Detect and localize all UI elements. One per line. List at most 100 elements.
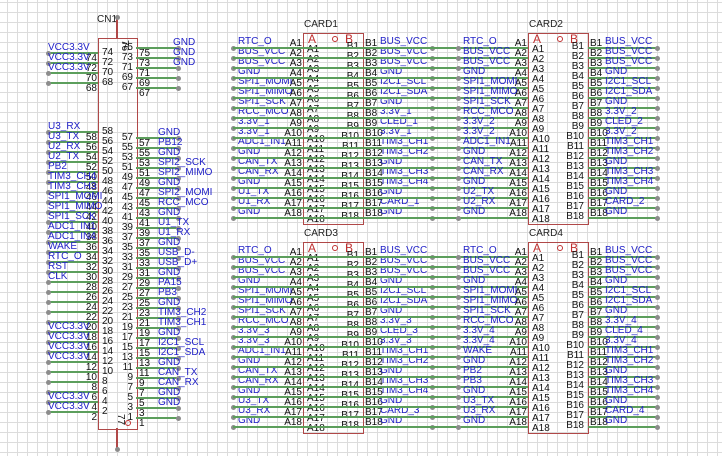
pin-end-dot[interactable] — [654, 344, 660, 350]
pin-number-outer: A18 — [509, 208, 527, 219]
pin-end-dot[interactable] — [654, 394, 660, 400]
pin-number-inner: B18 — [566, 420, 584, 431]
pin-end-dot[interactable] — [654, 65, 660, 71]
pin-end-dot[interactable] — [45, 289, 51, 295]
pin-end-dot[interactable] — [654, 254, 660, 260]
pin-end-dot[interactable] — [455, 175, 461, 181]
pin-end-dot[interactable] — [455, 344, 461, 350]
pin-end-dot[interactable] — [455, 294, 461, 300]
pin-end-dot[interactable] — [455, 304, 461, 310]
pin-end-dot[interactable] — [455, 185, 461, 191]
pin-end-dot[interactable] — [45, 80, 51, 86]
pin-end-dot[interactable] — [654, 45, 660, 51]
pin-end-dot[interactable] — [455, 155, 461, 161]
pin-end-dot[interactable] — [455, 135, 461, 141]
pin-end-dot[interactable] — [114, 447, 120, 452]
pin-end-dot[interactable] — [175, 85, 181, 91]
pin-end-dot[interactable] — [654, 424, 660, 430]
pin-end-dot[interactable] — [654, 105, 660, 111]
pin-end-dot[interactable] — [654, 215, 660, 221]
pin-end-dot[interactable] — [455, 384, 461, 390]
pin-end-dot[interactable] — [654, 155, 660, 161]
pin-end-dot[interactable] — [455, 374, 461, 380]
pin-end-dot[interactable] — [455, 274, 461, 280]
pin-end-dot[interactable] — [114, 15, 120, 20]
card-pin-a12[interactable] — [233, 366, 528, 368]
pin-end-dot[interactable] — [654, 135, 660, 141]
pin-number-inner: 67 — [121, 82, 133, 93]
pin1-marker — [332, 245, 338, 251]
cn1-bottom-pin[interactable] — [116, 428, 118, 449]
pin-end-dot[interactable] — [654, 75, 660, 81]
net-label: GND — [605, 206, 628, 217]
pin-end-dot[interactable] — [455, 314, 461, 320]
card-pin-a13[interactable] — [233, 376, 528, 378]
pin-end-dot[interactable] — [455, 45, 461, 51]
net-label: GND — [173, 57, 196, 68]
pin-end-dot[interactable] — [654, 304, 660, 310]
pin-end-dot[interactable] — [455, 424, 461, 430]
pin-end-dot[interactable] — [455, 254, 461, 260]
pin-end-dot[interactable] — [455, 394, 461, 400]
pin-end-dot[interactable] — [654, 264, 660, 270]
pin-end-dot[interactable] — [455, 85, 461, 91]
pin-end-dot[interactable] — [455, 65, 461, 71]
pin-end-dot[interactable] — [654, 294, 660, 300]
pin-end-dot[interactable] — [654, 85, 660, 91]
pin-end-dot[interactable] — [455, 284, 461, 290]
cn1-top-pin[interactable] — [116, 18, 118, 38]
pin-end-dot[interactable] — [455, 354, 461, 360]
pin-end-dot[interactable] — [45, 309, 51, 315]
net-label: GND — [463, 415, 486, 426]
pin-end-dot[interactable] — [45, 379, 51, 385]
pin-end-dot[interactable] — [654, 175, 660, 181]
pin-end-dot[interactable] — [455, 404, 461, 410]
pin-end-dot[interactable] — [654, 274, 660, 280]
pin-end-dot[interactable] — [45, 369, 51, 375]
card-pin-a18[interactable] — [233, 426, 528, 428]
pin-end-dot[interactable] — [45, 299, 51, 305]
pin-end-dot[interactable] — [455, 95, 461, 101]
pin-end-dot[interactable] — [654, 354, 660, 360]
pin-end-dot[interactable] — [654, 195, 660, 201]
pin-end-dot[interactable] — [455, 324, 461, 330]
pin-end-dot[interactable] — [654, 165, 660, 171]
column-a-header: A — [308, 241, 317, 255]
pin-end-dot[interactable] — [654, 314, 660, 320]
pin-end-dot[interactable] — [175, 415, 181, 421]
pin-end-dot[interactable] — [654, 185, 660, 191]
pin-number-outer: 68 — [85, 83, 97, 94]
card-pin-a18[interactable] — [233, 217, 528, 219]
pin-end-dot[interactable] — [455, 205, 461, 211]
pin-end-dot[interactable] — [455, 264, 461, 270]
pin-end-dot[interactable] — [455, 364, 461, 370]
pin-end-dot[interactable] — [455, 55, 461, 61]
pin-end-dot[interactable] — [654, 414, 660, 420]
pin-end-dot[interactable] — [654, 384, 660, 390]
pin-end-dot[interactable] — [654, 284, 660, 290]
pin-end-dot[interactable] — [654, 55, 660, 61]
pin-end-dot[interactable] — [455, 165, 461, 171]
pin-end-dot[interactable] — [654, 205, 660, 211]
pin-end-dot[interactable] — [455, 75, 461, 81]
pin-end-dot[interactable] — [455, 145, 461, 151]
pin-end-dot[interactable] — [654, 324, 660, 330]
pin-end-dot[interactable] — [654, 145, 660, 151]
pin-end-dot[interactable] — [455, 125, 461, 131]
pin-end-dot[interactable] — [654, 334, 660, 340]
pin-end-dot[interactable] — [455, 105, 461, 111]
pin-number-inner: 2 — [102, 406, 108, 417]
pin-end-dot[interactable] — [654, 95, 660, 101]
pin-end-dot[interactable] — [654, 364, 660, 370]
pin-end-dot[interactable] — [455, 215, 461, 221]
cn1-bottom-pin-number: 77 — [115, 414, 126, 426]
pin-end-dot[interactable] — [455, 414, 461, 420]
pin-end-dot[interactable] — [455, 115, 461, 121]
pin-end-dot[interactable] — [654, 125, 660, 131]
pin-end-dot[interactable] — [654, 374, 660, 380]
pin-end-dot[interactable] — [654, 115, 660, 121]
pin-end-dot[interactable] — [654, 404, 660, 410]
pin-end-dot[interactable] — [455, 334, 461, 340]
pin-end-dot[interactable] — [175, 75, 181, 81]
pin-end-dot[interactable] — [455, 195, 461, 201]
